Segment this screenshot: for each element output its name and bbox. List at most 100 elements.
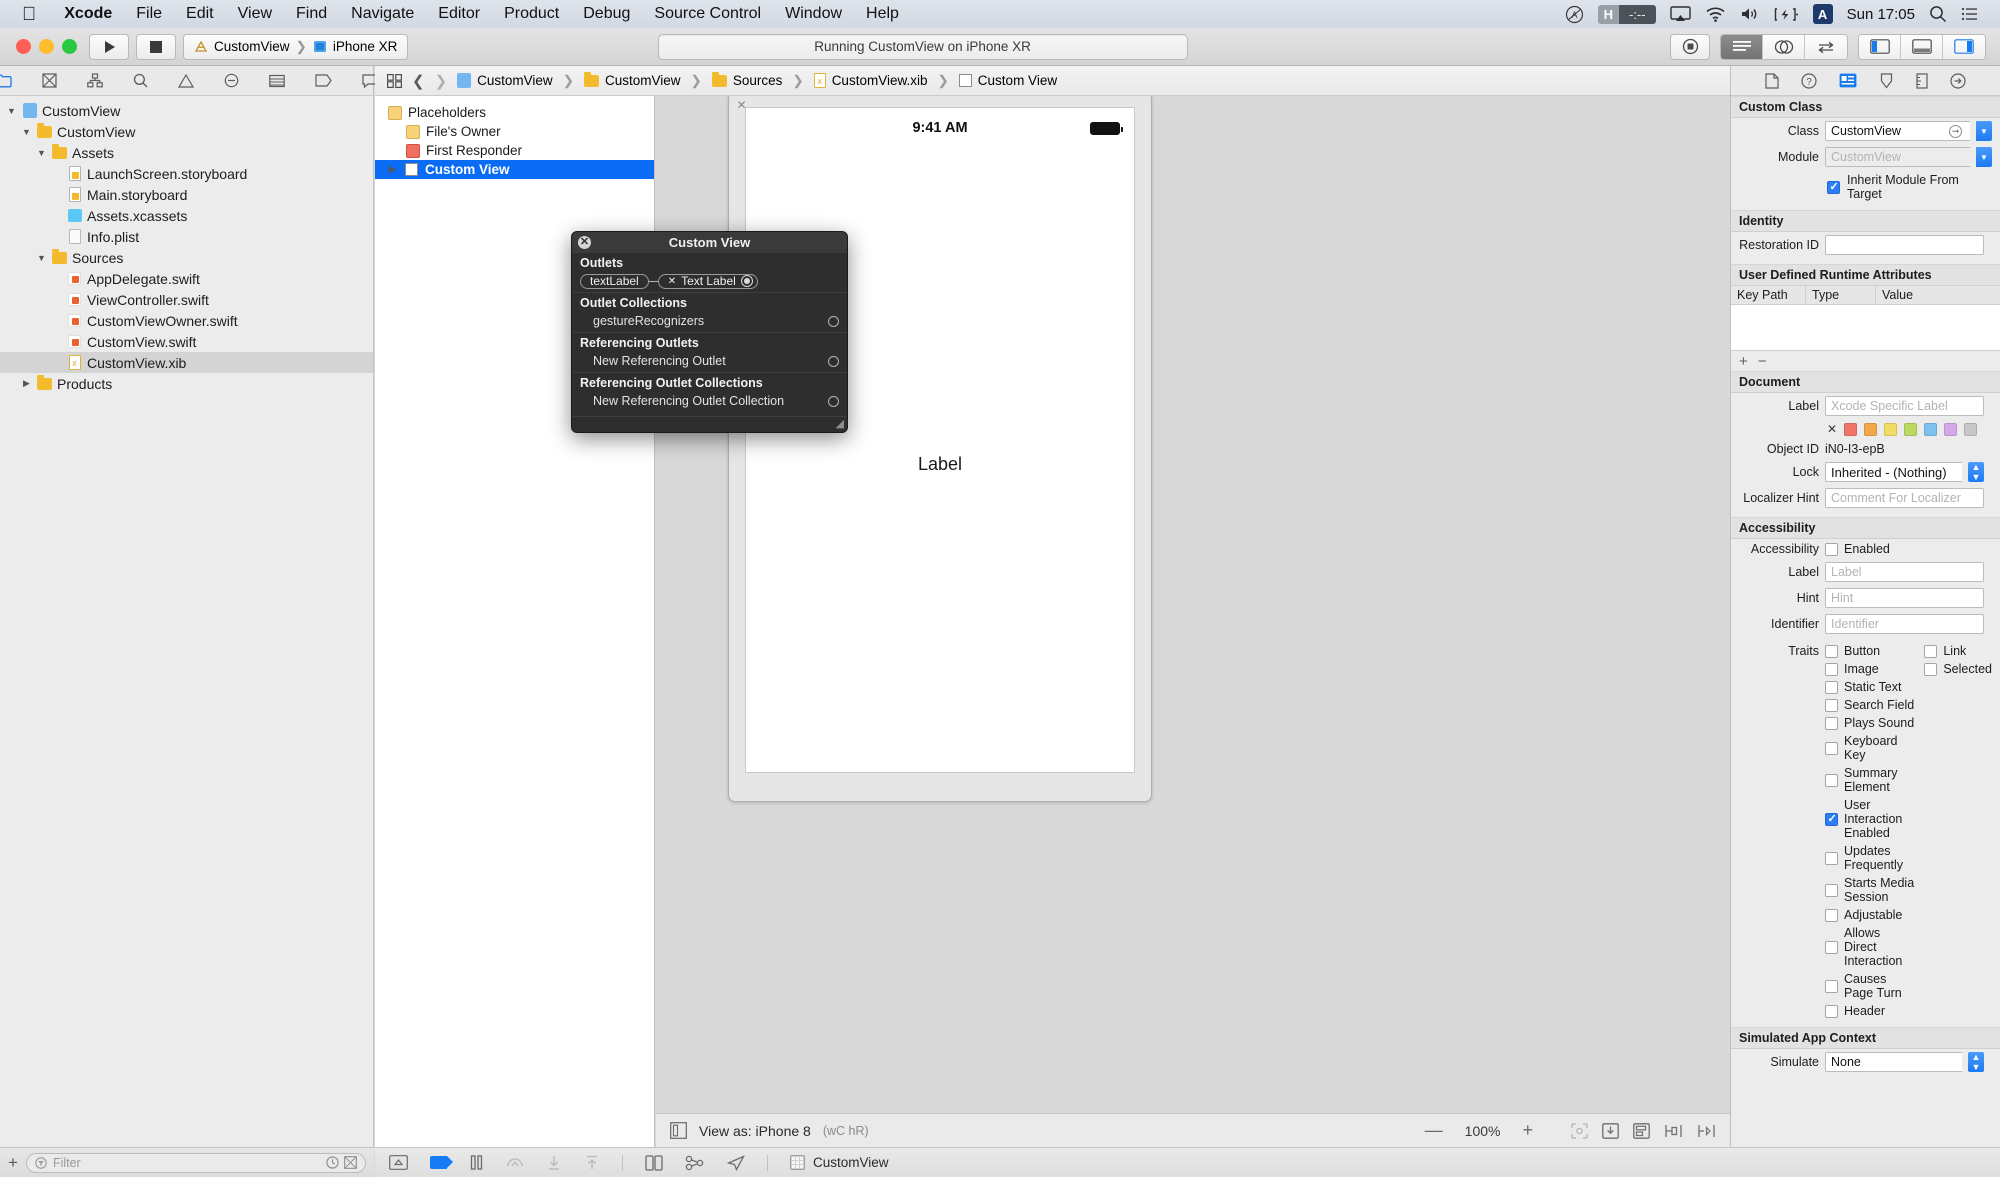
tree-row[interactable]: ▼ Sources xyxy=(0,247,373,268)
breadcrumb-item-view[interactable]: Custom View xyxy=(958,73,1057,88)
color-swatch-yellow[interactable] xyxy=(1884,422,1898,436)
standard-editor-icon[interactable] xyxy=(1721,34,1763,59)
trait-checkbox[interactable] xyxy=(1825,940,1838,954)
trait-adjustable[interactable]: Adjustable xyxy=(1825,908,1914,922)
location-icon[interactable] xyxy=(727,1154,745,1171)
source-control-navigator-icon[interactable] xyxy=(42,73,57,88)
menu-item-find[interactable]: Find xyxy=(284,5,339,23)
project-navigator-icon[interactable] xyxy=(0,73,12,88)
popover-resize-grip[interactable]: ◢ xyxy=(836,417,844,430)
inspector-toggle-icon[interactable] xyxy=(1943,34,1985,59)
breakpoint-icon[interactable] xyxy=(430,1156,453,1169)
trait-checkbox[interactable] xyxy=(1825,680,1838,694)
trait-static-text[interactable]: Static Text xyxy=(1825,680,1914,694)
assistant-editor-icon[interactable] xyxy=(1763,34,1805,59)
color-swatch-purple[interactable] xyxy=(1944,422,1958,436)
trait-plays-sound[interactable]: Plays Sound xyxy=(1825,716,1914,730)
tree-row[interactable]: Info.plist xyxy=(0,226,373,247)
apple-menu-icon[interactable]:  xyxy=(22,5,36,24)
align-icon[interactable] xyxy=(1633,1122,1650,1139)
issue-navigator-icon[interactable] xyxy=(178,73,194,88)
localizer-hint-input[interactable]: Comment For Localizer xyxy=(1825,488,1984,508)
runtime-attributes-body[interactable] xyxy=(1731,305,2000,351)
trait-checkbox[interactable] xyxy=(1825,883,1838,897)
outlet-name-pill[interactable]: textLabel xyxy=(580,273,649,289)
stop-button[interactable] xyxy=(136,33,176,60)
debug-area-toggle-icon[interactable] xyxy=(1901,34,1943,59)
no-color-x-icon[interactable]: ✕ xyxy=(1827,422,1837,436)
menu-item-file[interactable]: File xyxy=(124,5,174,23)
referencing-outlet-row[interactable]: New Referencing Outlet xyxy=(572,352,847,372)
connection-well-icon[interactable] xyxy=(828,355,839,367)
pause-icon[interactable] xyxy=(469,1155,484,1170)
view-hierarchy-icon[interactable] xyxy=(645,1154,663,1171)
size-inspector-icon[interactable] xyxy=(1916,72,1928,89)
test-navigator-icon[interactable] xyxy=(224,73,239,88)
spotlight-search-icon[interactable] xyxy=(1929,5,1947,23)
breadcrumb-item-group[interactable]: CustomView xyxy=(584,71,681,88)
trait-checkbox[interactable] xyxy=(1825,851,1838,865)
add-icon[interactable]: + xyxy=(1739,353,1748,370)
volume-icon[interactable] xyxy=(1740,6,1760,22)
outlet-collection-row[interactable]: gestureRecognizers xyxy=(572,312,847,332)
module-input[interactable]: CustomView xyxy=(1825,147,1970,167)
disclosure-triangle[interactable]: ▶ xyxy=(387,164,398,175)
zoom-out-icon[interactable]: — xyxy=(1425,1120,1443,1141)
navigator-filter-input[interactable]: Filter xyxy=(25,1152,366,1173)
status-project-item[interactable]: CustomView xyxy=(790,1155,889,1170)
tree-row[interactable]: AppDelegate.swift xyxy=(0,268,373,289)
trait-causes-page-turn[interactable]: Causes Page Turn xyxy=(1825,972,1914,1000)
attributes-inspector-icon[interactable] xyxy=(1879,72,1894,89)
tree-row[interactable]: Main.storyboard xyxy=(0,184,373,205)
airplay-icon[interactable] xyxy=(1669,5,1691,23)
minimize-window-button[interactable] xyxy=(39,39,54,54)
resolve-auto-layout-icon[interactable] xyxy=(1697,1123,1716,1139)
jump-to-definition-icon[interactable]: ➞ xyxy=(1949,124,1962,138)
class-input[interactable]: CustomView ➞ xyxy=(1825,121,1970,141)
tree-row[interactable]: LaunchScreen.storyboard xyxy=(0,163,373,184)
inherit-module-checkbox[interactable] xyxy=(1827,180,1840,194)
run-button[interactable] xyxy=(89,33,129,60)
file-inspector-icon[interactable] xyxy=(1765,72,1779,89)
remove-icon[interactable]: − xyxy=(1758,353,1767,370)
close-icon[interactable]: ✕ xyxy=(578,236,591,249)
accessibility-label-input[interactable]: Label xyxy=(1825,562,1984,582)
input-source-icon[interactable]: A xyxy=(1565,5,1584,24)
accessibility-hint-input[interactable]: Hint xyxy=(1825,588,1984,608)
connections-inspector-icon[interactable] xyxy=(1950,72,1966,89)
breadcrumb-item-xib[interactable]: CustomView.xib xyxy=(813,73,927,88)
simulate-select[interactable]: None xyxy=(1825,1052,1962,1072)
trait-checkbox[interactable] xyxy=(1825,812,1838,826)
menu-item-xcode[interactable]: Xcode xyxy=(52,5,124,23)
step-into-icon[interactable] xyxy=(546,1155,562,1171)
trait-checkbox[interactable] xyxy=(1825,716,1838,730)
referencing-outlet-collection-row[interactable]: New Referencing Outlet Collection xyxy=(572,392,847,412)
outline-row[interactable]: Placeholders xyxy=(375,103,654,122)
menu-item-navigate[interactable]: Navigate xyxy=(339,5,426,23)
color-swatch-red[interactable] xyxy=(1844,422,1858,436)
tree-row[interactable]: ▼ Assets xyxy=(0,142,373,163)
trait-search-field[interactable]: Search Field xyxy=(1825,698,1914,712)
connected-radio-icon[interactable] xyxy=(740,275,753,287)
lock-select[interactable]: Inherited - (Nothing) xyxy=(1825,462,1962,482)
outlet-target-pill[interactable]: ✕ Text Label xyxy=(657,273,758,289)
tree-row[interactable]: ▼ CustomView xyxy=(0,121,373,142)
outline-row[interactable]: First Responder xyxy=(375,141,654,160)
trait-keyboard-key[interactable]: Keyboard Key xyxy=(1825,734,1914,762)
module-combo-arrow[interactable]: ▼ xyxy=(1976,147,1992,167)
accessibility-identifier-input[interactable]: Identifier xyxy=(1825,614,1984,634)
disclosure-triangle[interactable]: ▼ xyxy=(36,253,47,263)
inherit-module-row[interactable]: Inherit Module From Target xyxy=(1731,170,2000,204)
outline-row[interactable]: File's Owner xyxy=(375,122,654,141)
tree-row[interactable]: ▶ Products xyxy=(0,373,373,394)
menu-item-debug[interactable]: Debug xyxy=(571,5,642,23)
color-swatch-gray[interactable] xyxy=(1964,422,1978,436)
menu-item-help[interactable]: Help xyxy=(854,5,911,23)
step-out-icon[interactable] xyxy=(584,1155,600,1171)
scheme-selector[interactable]: CustomView ❯ iPhone XR xyxy=(183,33,409,60)
tree-row[interactable]: ▼ CustomView xyxy=(0,100,373,121)
embed-in-icon[interactable] xyxy=(1602,1122,1619,1139)
accent-indicator[interactable]: A xyxy=(1812,4,1833,24)
menu-item-editor[interactable]: Editor xyxy=(426,5,492,23)
trait-button[interactable]: Button xyxy=(1825,644,1914,658)
